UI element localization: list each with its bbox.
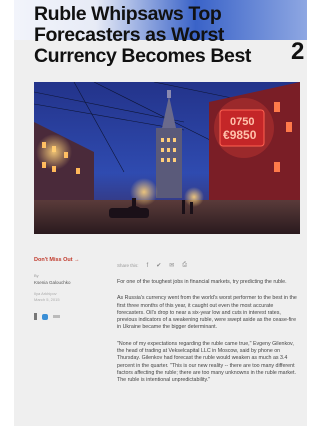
email-icon[interactable]: ✉ — [169, 262, 174, 269]
twitter-icon[interactable]: ✔ — [156, 262, 161, 269]
photo-illustration: 0750 €9850 — [34, 82, 300, 234]
byline-meta-2: March 5, 2015 — [34, 297, 60, 302]
print-icon[interactable]: ⎙ — [182, 262, 187, 269]
share-bar: Share this: f ✔ ✉ ⎙ — [117, 262, 187, 269]
magazine-page: Ruble Whipsaws Top Forecasters as Worst … — [14, 0, 307, 426]
share-icon[interactable] — [53, 315, 60, 318]
article-paragraph: For one of the toughest jobs in financia… — [117, 279, 287, 285]
headline: Ruble Whipsaws Top Forecasters as Worst … — [34, 3, 252, 67]
email-icon[interactable] — [34, 313, 37, 320]
article-paragraph: As Russia's currency went from the world… — [117, 295, 297, 331]
by-label: By — [34, 273, 39, 278]
twitter-icon[interactable] — [42, 313, 48, 320]
issue-number: 2 — [291, 38, 305, 65]
moscow-night-photo: 0750 €9850 — [34, 82, 300, 234]
author-name[interactable]: Ksenia Galouchko — [34, 280, 96, 285]
sidebar-social-icons — [34, 313, 96, 320]
facebook-icon[interactable]: f — [147, 263, 149, 269]
dont-miss-link[interactable]: Don't Miss Out → — [34, 257, 96, 263]
article-paragraph: "None of my expectations regarding the r… — [117, 340, 296, 384]
byline-sidebar: Don't Miss Out → By Ksenia Galouchko Ily… — [34, 257, 96, 320]
article-body: For one of the toughest jobs in financia… — [117, 279, 299, 394]
share-label: Share this: — [117, 263, 139, 268]
